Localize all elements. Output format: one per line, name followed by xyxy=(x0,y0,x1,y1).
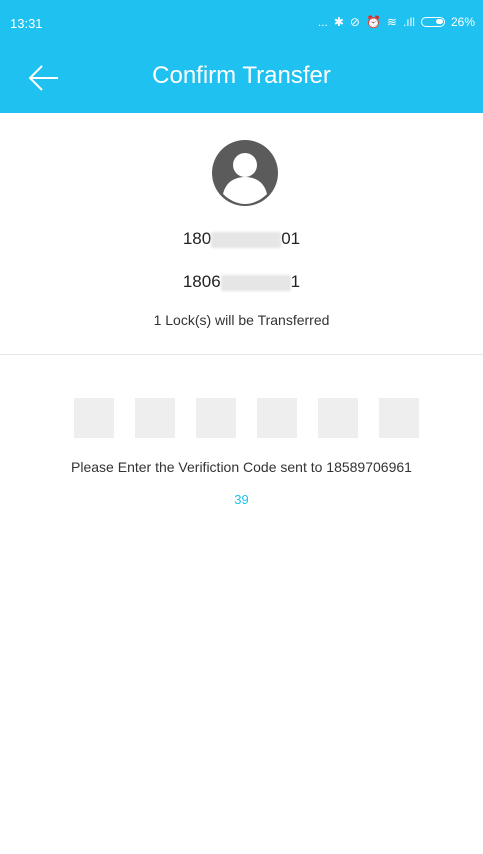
status-time: 13:31 xyxy=(10,16,43,31)
battery-icon xyxy=(420,17,445,27)
transfer-note: 1 Lock(s) will be Transferred xyxy=(153,312,330,328)
code-digit-box[interactable] xyxy=(74,398,114,438)
redacted-blur xyxy=(220,274,291,291)
to-phone: 1806 1 xyxy=(0,272,483,292)
page-title: Confirm Transfer xyxy=(152,62,331,89)
to-phone-prefix: 1806 xyxy=(182,272,221,291)
from-phone-suffix: 01 xyxy=(281,229,301,248)
from-phone: 180 01 xyxy=(0,229,483,249)
bluetooth-icon: ✱ xyxy=(333,15,344,29)
resend-countdown[interactable]: 39 xyxy=(0,492,483,507)
code-digit-box[interactable] xyxy=(135,398,175,438)
wifi-icon: ≋ xyxy=(386,15,397,29)
battery-percent: 26% xyxy=(450,15,475,29)
redacted-blur xyxy=(211,231,282,248)
code-digit-box[interactable] xyxy=(379,398,419,438)
code-digit-box[interactable] xyxy=(196,398,236,438)
from-phone-prefix: 180 xyxy=(182,229,212,248)
verification-code-input[interactable] xyxy=(74,398,419,438)
status-icons: ... ✱ ⊘ ⏰ ≋ .ıll 26% xyxy=(318,15,475,29)
user-avatar-icon xyxy=(212,140,278,206)
verification-instruction: Please Enter the Verifiction Code sent t… xyxy=(71,459,412,475)
alarm-icon: ⏰ xyxy=(365,15,381,29)
status-bar: 13:31 ... ✱ ⊘ ⏰ ≋ .ıll 26% xyxy=(0,0,483,42)
more-dots-icon: ... xyxy=(317,15,328,29)
code-digit-box[interactable] xyxy=(257,398,297,438)
sync-icon: ⊘ xyxy=(349,15,360,29)
avatar xyxy=(212,140,278,206)
divider xyxy=(0,354,483,355)
app-bar: 13:31 ... ✱ ⊘ ⏰ ≋ .ıll 26% Confirm Trans… xyxy=(0,0,483,113)
code-digit-box[interactable] xyxy=(318,398,358,438)
signal-icon: .ıll xyxy=(402,15,415,29)
to-phone-suffix: 1 xyxy=(290,272,301,291)
